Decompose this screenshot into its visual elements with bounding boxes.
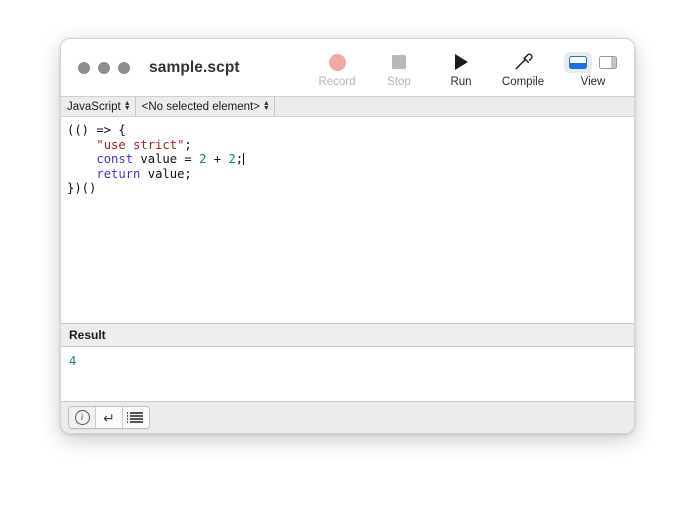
bottom-toolbar: i ↵ — [61, 401, 634, 433]
element-popup-button[interactable]: <No selected element> ▲ ▼ — [136, 97, 275, 116]
description-tab-button[interactable]: i — [69, 407, 96, 428]
code-editor[interactable]: (() => { "use strict"; const value = 2 +… — [61, 117, 634, 323]
code-token: 2 — [228, 152, 236, 167]
language-popup-label: JavaScript — [67, 100, 121, 113]
view-buttons — [564, 51, 622, 73]
bottom-panel-toggle[interactable] — [564, 51, 592, 73]
code-line: return value; — [67, 167, 634, 182]
bottom-panel-icon — [569, 55, 587, 69]
code-token: "use strict" — [96, 137, 185, 152]
hammer-icon — [513, 51, 534, 73]
right-panel-icon — [599, 55, 617, 69]
code-token: ; — [184, 137, 192, 152]
log-tab-button[interactable] — [123, 407, 149, 428]
info-circle-icon: i — [74, 410, 90, 425]
list-icon — [126, 412, 143, 423]
code-token: })() — [67, 181, 97, 196]
main-toolbar: Record Stop Run Compile View — [306, 47, 634, 88]
code-token: return — [96, 166, 141, 181]
stop-button[interactable]: Stop — [368, 47, 430, 88]
code-line: const value = 2 + 2; — [67, 152, 634, 167]
code-token: + — [206, 152, 229, 167]
code-token: ; — [235, 152, 244, 167]
view-control-group: View — [564, 47, 622, 88]
code-text: (() => { "use strict"; const value = 2 +… — [67, 123, 634, 196]
code-token: (() => { — [67, 123, 126, 137]
chevron-updown-icon: ▲ ▼ — [262, 100, 270, 112]
code-token: const — [96, 152, 134, 167]
code-token: value = — [133, 152, 200, 167]
result-pane-body: 4 — [61, 347, 634, 401]
chevron-updown-icon: ▲ ▼ — [123, 100, 131, 112]
code-token: value; — [140, 166, 192, 181]
script-editor-window: sample.scpt Record Stop Run Compile View… — [60, 38, 635, 434]
record-button-label: Record — [318, 76, 356, 88]
element-popup-label: <No selected element> — [141, 100, 260, 113]
code-line: (() => { — [67, 123, 634, 138]
close-button[interactable] — [78, 61, 90, 74]
window-titlebar: sample.scpt Record Stop Run Compile View — [61, 39, 634, 96]
view-group-label: View — [580, 76, 606, 88]
result-mode-segmented-control: i ↵ — [68, 406, 150, 429]
window-title: sample.scpt — [149, 58, 240, 76]
selector-bar-spacer — [275, 97, 634, 116]
run-button-label: Run — [450, 76, 472, 88]
stop-button-label: Stop — [387, 76, 411, 88]
zoom-button[interactable] — [118, 61, 130, 74]
run-button[interactable]: Run — [430, 47, 492, 88]
minimize-button[interactable] — [98, 61, 110, 74]
script-selector-bar: JavaScript ▲ ▼ <No selected element> ▲ ▼ — [61, 96, 634, 117]
record-circle-icon — [328, 51, 346, 73]
code-line: })() — [67, 181, 634, 196]
return-arrow-icon: ↵ — [103, 409, 115, 426]
right-panel-toggle[interactable] — [594, 52, 622, 73]
result-tab-button[interactable]: ↵ — [96, 407, 123, 428]
language-popup-button[interactable]: JavaScript ▲ ▼ — [61, 97, 136, 116]
result-value: 4 — [69, 354, 77, 368]
traffic-light-buttons — [78, 61, 130, 74]
compile-button-label: Compile — [501, 76, 545, 88]
run-triangle-icon — [454, 51, 468, 73]
result-pane-header: Result — [61, 323, 634, 347]
result-header-label: Result — [69, 328, 106, 342]
code-line: "use strict"; — [67, 138, 634, 153]
text-caret — [243, 153, 245, 166]
record-button[interactable]: Record — [306, 47, 368, 88]
compile-button[interactable]: Compile — [492, 47, 554, 88]
stop-square-icon — [392, 51, 406, 73]
